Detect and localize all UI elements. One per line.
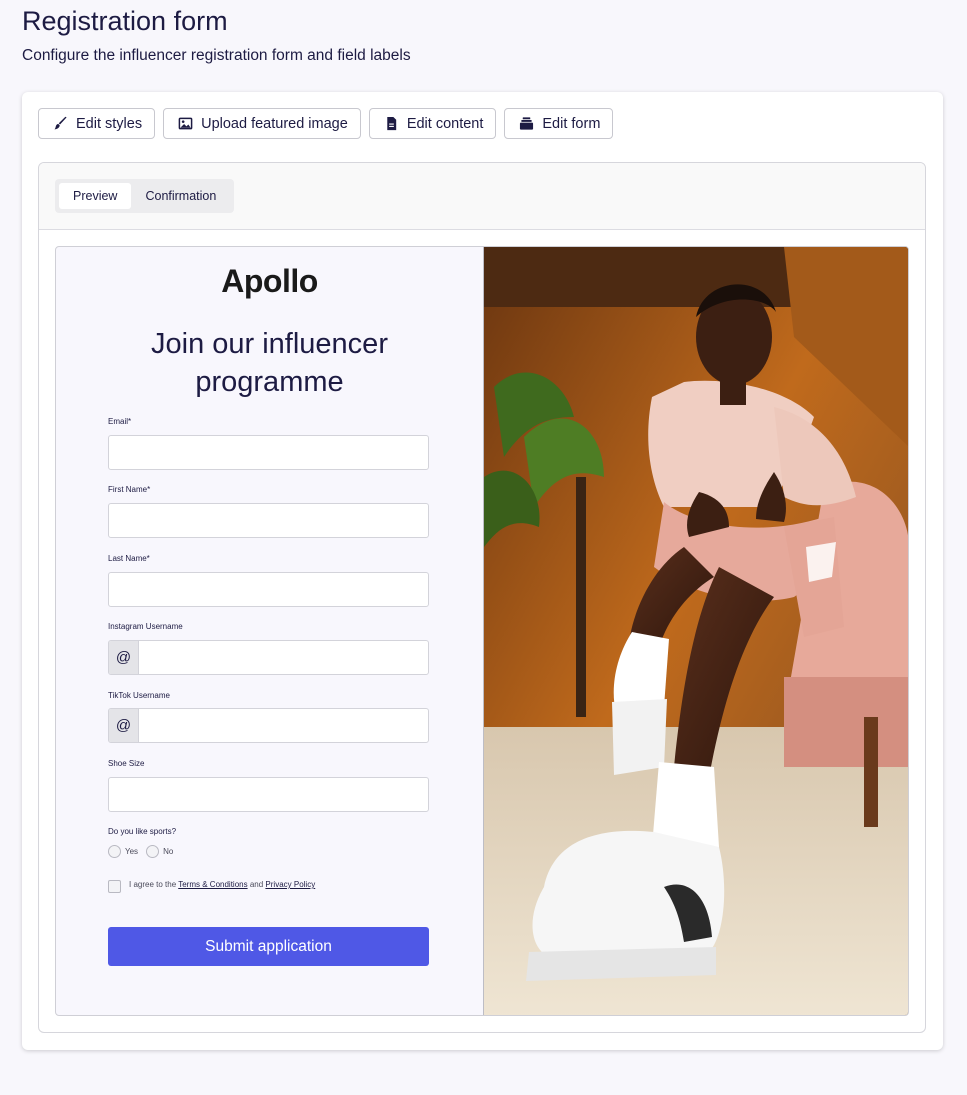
featured-photo <box>484 247 908 1015</box>
radio-circle[interactable] <box>108 845 121 858</box>
last-name-label: Last Name* <box>108 554 150 563</box>
agree-prefix: I agree to the <box>129 880 177 889</box>
shoe-size-label: Shoe Size <box>108 759 145 768</box>
form-preview: Apollo Join our influencer programme Ema… <box>55 246 909 1016</box>
email-field[interactable] <box>108 435 429 470</box>
sports-question-label: Do you like sports? <box>108 827 177 836</box>
instagram-label: Instagram Username <box>108 622 183 631</box>
featured-image <box>483 247 908 1015</box>
form-column: Apollo Join our influencer programme Ema… <box>56 247 483 1015</box>
preview-tabs: Preview Confirmation <box>55 179 235 213</box>
radio-yes-label: Yes <box>125 847 139 856</box>
email-label: Email* <box>108 417 132 426</box>
page-subtitle: Configure the influencer registration fo… <box>22 47 411 64</box>
instagram-field[interactable]: @ <box>108 640 429 675</box>
form-editor-card: Edit styles Upload featured image Edit c… <box>22 92 943 1050</box>
edit-form-label: Edit form <box>542 115 601 132</box>
privacy-link[interactable]: Privacy Policy <box>265 880 315 889</box>
editor-toolbar: Edit styles Upload featured image Edit c… <box>38 108 614 139</box>
radio-option-no[interactable]: No <box>146 845 173 858</box>
submit-application-button[interactable]: Submit application <box>108 927 429 966</box>
sports-radio-group: Yes No <box>108 845 173 858</box>
shoe-size-field[interactable] <box>108 777 429 812</box>
preview-panel: Preview Confirmation Apollo Join our inf… <box>38 162 926 1033</box>
at-prefix: @ <box>109 709 139 742</box>
document-icon <box>384 116 399 131</box>
preview-header: Preview Confirmation <box>39 163 925 230</box>
tiktok-field[interactable]: @ <box>108 708 429 743</box>
first-name-field[interactable] <box>108 503 429 538</box>
agree-and: and <box>249 880 264 889</box>
terms-checkbox[interactable] <box>108 880 121 893</box>
tiktok-label: TikTok Username <box>108 691 170 700</box>
edit-styles-button[interactable]: Edit styles <box>38 108 156 139</box>
radio-circle[interactable] <box>146 845 160 858</box>
image-icon <box>178 116 193 131</box>
form-icon <box>519 116 534 131</box>
upload-image-label: Upload featured image <box>201 115 348 132</box>
page-title: Registration form <box>22 6 228 36</box>
tab-confirmation[interactable]: Confirmation <box>131 183 230 209</box>
last-name-field[interactable] <box>108 572 429 607</box>
terms-agreement: I agree to the Terms & Conditions and Pr… <box>108 880 315 893</box>
brand-logo: Apollo <box>221 263 318 299</box>
edit-content-label: Edit content <box>406 115 484 132</box>
paintbrush-icon <box>53 116 68 131</box>
edit-form-button[interactable]: Edit form <box>504 108 614 139</box>
edit-content-button[interactable]: Edit content <box>368 108 497 139</box>
terms-text: I agree to the Terms & Conditions and Pr… <box>129 880 315 889</box>
radio-no-label: No <box>163 847 174 856</box>
terms-link[interactable]: Terms & Conditions <box>178 880 247 889</box>
radio-option-yes[interactable]: Yes <box>108 845 138 858</box>
at-prefix: @ <box>109 641 139 674</box>
edit-styles-label: Edit styles <box>76 115 143 132</box>
form-headline: Join our influencer programme <box>151 328 388 398</box>
tab-preview[interactable]: Preview <box>59 183 132 209</box>
first-name-label: First Name* <box>108 485 151 494</box>
upload-featured-image-button[interactable]: Upload featured image <box>163 108 361 139</box>
